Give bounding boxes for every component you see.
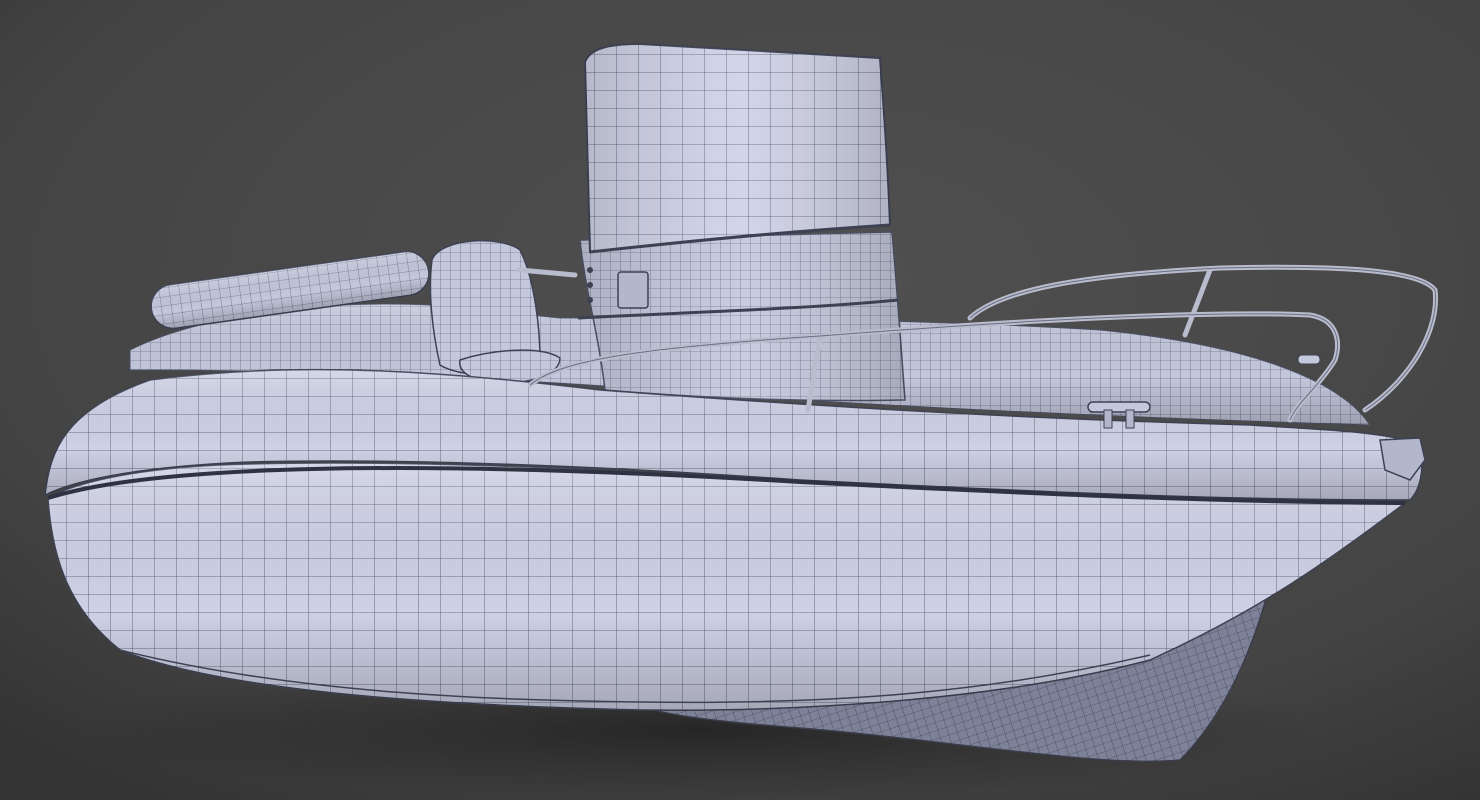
render-viewport — [0, 0, 1480, 800]
boat-render — [0, 0, 1480, 800]
switch-icon — [587, 267, 593, 273]
bow-light-icon — [1297, 354, 1321, 365]
switch-icon — [587, 282, 593, 288]
switch-icon — [587, 297, 593, 303]
windscreen-shading — [585, 44, 890, 252]
gauge-panel-icon — [617, 271, 649, 309]
